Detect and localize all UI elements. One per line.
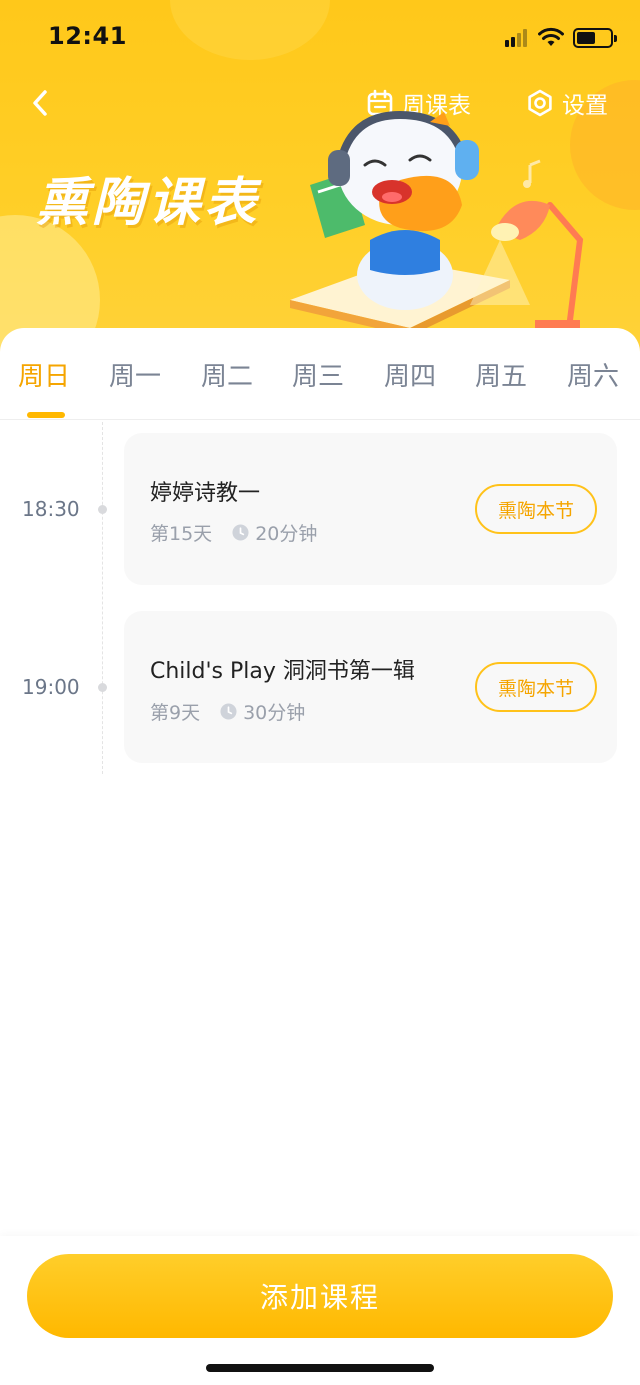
battery-icon bbox=[573, 28, 617, 48]
mascot-illustration bbox=[290, 110, 584, 336]
tab-thursday[interactable]: 周四 bbox=[375, 356, 445, 393]
tab-friday[interactable]: 周五 bbox=[466, 356, 536, 393]
course-day: 第9天 bbox=[150, 702, 201, 724]
back-icon[interactable] bbox=[26, 88, 56, 118]
course-meta: 第15天 20分钟 bbox=[150, 519, 317, 546]
battery-level bbox=[577, 32, 595, 44]
course-card[interactable]: 婷婷诗教一 第15天 20分钟 熏陶本节 bbox=[124, 433, 617, 585]
tab-tuesday[interactable]: 周二 bbox=[192, 356, 262, 393]
tab-saturday[interactable]: 周六 bbox=[558, 356, 628, 393]
tab-wednesday[interactable]: 周三 bbox=[283, 356, 353, 393]
course-title: 婷婷诗教一 bbox=[150, 481, 261, 506]
add-course-button[interactable]: 添加课程 bbox=[27, 1254, 613, 1338]
page-title: 熏陶课表 bbox=[36, 173, 261, 233]
header-banner: 12:41 周课表 设置 熏陶课表 bbox=[0, 0, 640, 360]
course-title: Child's Play 洞洞书第一辑 bbox=[150, 659, 415, 684]
active-tab-indicator bbox=[27, 412, 65, 418]
course-duration: 20分钟 bbox=[255, 523, 318, 545]
status-time: 12:41 bbox=[48, 22, 127, 50]
course-time: 19:00 bbox=[22, 675, 80, 699]
tab-sunday[interactable]: 周日 bbox=[9, 356, 79, 393]
clock-icon bbox=[232, 524, 249, 541]
cellular-signal-icon bbox=[505, 29, 531, 47]
wifi-icon bbox=[538, 27, 564, 46]
start-lesson-button[interactable]: 熏陶本节 bbox=[475, 484, 597, 534]
schedule-sheet: 周日 周一 周二 周三 周四 周五 周六 18:30 婷婷诗教一 第15天 20… bbox=[0, 328, 640, 1385]
course-time: 18:30 bbox=[22, 497, 80, 521]
home-indicator bbox=[206, 1364, 434, 1372]
start-lesson-button[interactable]: 熏陶本节 bbox=[475, 662, 597, 712]
course-card[interactable]: Child's Play 洞洞书第一辑 第9天 30分钟 熏陶本节 bbox=[124, 611, 617, 763]
timeline-dot bbox=[98, 505, 107, 514]
timeline-dot bbox=[98, 683, 107, 692]
timeline-line bbox=[102, 422, 103, 774]
course-day: 第15天 bbox=[150, 523, 213, 545]
course-meta: 第9天 30分钟 bbox=[150, 698, 305, 725]
course-duration: 30分钟 bbox=[243, 702, 306, 724]
tab-monday[interactable]: 周一 bbox=[100, 356, 170, 393]
clock-icon bbox=[220, 703, 237, 720]
weekday-tabs: 周日 周一 周二 周三 周四 周五 周六 bbox=[0, 328, 640, 420]
status-bar: 12:41 bbox=[0, 0, 640, 80]
footer-bar: 添加课程 bbox=[0, 1236, 640, 1385]
